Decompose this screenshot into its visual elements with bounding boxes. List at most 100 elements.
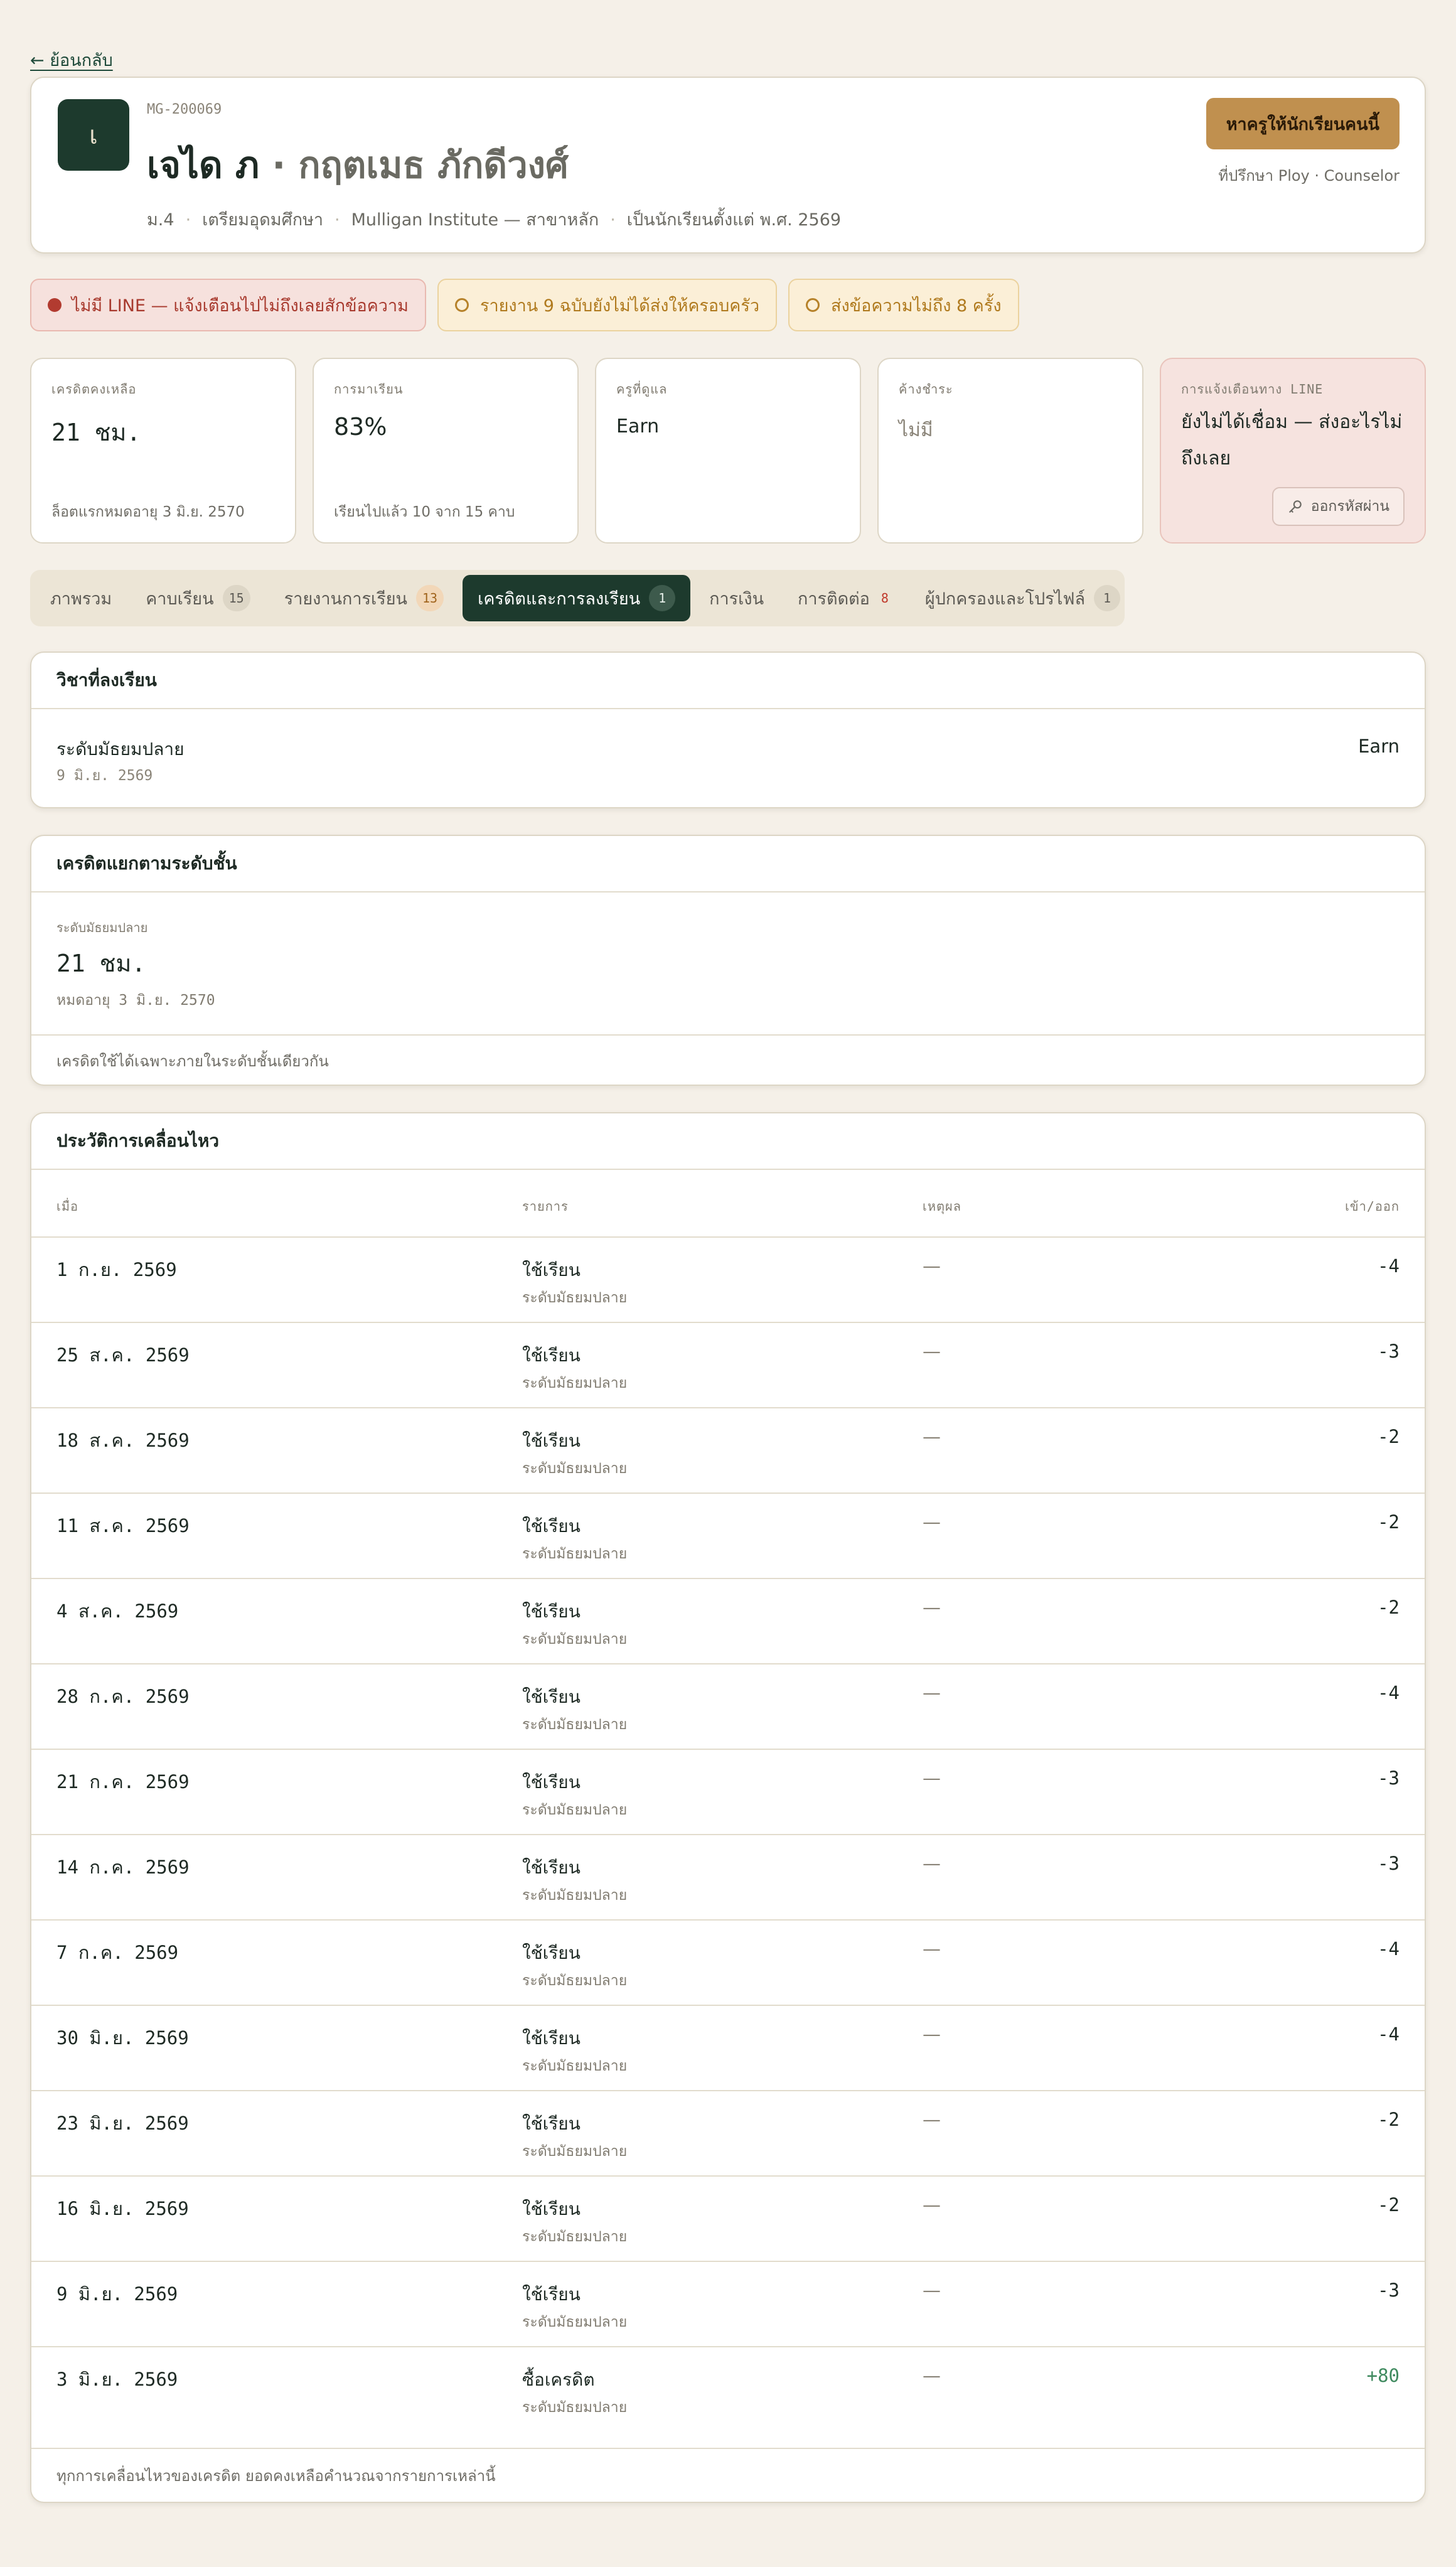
key-icon xyxy=(1289,500,1302,513)
row-sub: ระดับมัธยมปลาย xyxy=(522,1631,628,1648)
row-date: 21 ก.ค. 2569 xyxy=(56,1771,190,1793)
back-link[interactable]: ← ย้อนกลับ xyxy=(30,46,113,73)
col-header-amount: เข้า/ออก xyxy=(1345,1199,1400,1214)
tab-reports[interactable]: รายงานการเรียน 13 xyxy=(269,575,459,621)
alert-dot-icon xyxy=(48,298,62,312)
row-amount: -2 xyxy=(1378,2109,1400,2130)
row-item: ใช้เรียน xyxy=(522,1345,581,1366)
stat-foot: ล็อตแรกหมดอายุ 3 มิ.ย. 2570 xyxy=(51,504,245,520)
row-item: ใช้เรียน xyxy=(522,2028,581,2049)
tab-guardians[interactable]: ผู้ปกครองและโปรไฟล์ 1 xyxy=(910,575,1135,621)
table-row: 7 ก.ค. 2569 ใช้เรียน ระดับมัธยมปลาย — -4 xyxy=(31,1921,1425,2006)
first-name: เจได ภ xyxy=(147,144,260,186)
table-row: 18 ส.ค. 2569 ใช้เรียน ระดับมัธยมปลาย — -2 xyxy=(31,1408,1425,1494)
stat-foot: เรียนไปแล้ว 10 จาก 15 คาบ xyxy=(334,504,515,520)
meta-dot: · xyxy=(335,210,340,230)
table-row: 30 มิ.ย. 2569 ใช้เรียน ระดับมัธยมปลาย — -4 xyxy=(31,2006,1425,2091)
row-amount: -4 xyxy=(1378,1938,1400,1959)
col-header-reason: เหตุผล xyxy=(923,1199,961,1214)
row-item: ใช้เรียน xyxy=(522,1601,581,1622)
tab-label: ภาพรวม xyxy=(50,589,112,609)
table-row: 16 มิ.ย. 2569 ใช้เรียน ระดับมัธยมปลาย — -2 xyxy=(31,2177,1425,2262)
stat-label: เครดิตคงเหลือ xyxy=(51,382,137,397)
tab-label: การติดต่อ xyxy=(798,589,870,609)
row-date: 18 ส.ค. 2569 xyxy=(56,1430,190,1451)
row-item: ใช้เรียน xyxy=(522,1430,581,1451)
find-tutor-button[interactable]: หาครูให้นักเรียนคนนี้ xyxy=(1206,98,1400,149)
row-sub: ระดับมัธยมปลาย xyxy=(522,2143,628,2160)
row-item: ซื้อเครดิต xyxy=(522,2369,595,2390)
tab-label: รายงานการเรียน xyxy=(284,589,407,609)
avatar: เ xyxy=(58,99,129,171)
alert-reports-unsent[interactable]: รายงาน 9 ฉบับยังไม่ได้ส่งให้ครอบครัว xyxy=(437,279,778,331)
tab-label: เครดิตและการลงเรียน xyxy=(478,589,641,609)
tab-credits[interactable]: เครดิตและการลงเรียน 1 xyxy=(463,575,691,621)
tab-sessions[interactable]: คาบเรียน 15 xyxy=(131,575,265,621)
row-sub: ระดับมัธยมปลาย xyxy=(522,1717,628,1733)
row-sub: ระดับมัธยมปลาย xyxy=(522,2058,628,2074)
row-sub: ระดับมัธยมปลาย xyxy=(522,2314,628,2330)
alert-text: รายงาน 9 ฉบับยังไม่ได้ส่งให้ครอบครัว xyxy=(479,296,760,316)
tab-badge: 1 xyxy=(1094,585,1120,611)
row-amount: -2 xyxy=(1378,1511,1400,1533)
table-row: 9 มิ.ย. 2569 ใช้เรียน ระดับมัธยมปลาย — -3 xyxy=(31,2262,1425,2347)
table-row: 28 ก.ค. 2569 ใช้เรียน ระดับมัธยมปลาย — -4 xyxy=(31,1664,1425,1750)
history-rows: 1 ก.ย. 2569 ใช้เรียน ระดับมัธยมปลาย — -4 25 ส… xyxy=(31,1238,1425,2433)
history-card: ประวัติการเคลื่อนไหว เมื่อ รายการ เหตุผล… xyxy=(30,1112,1426,2503)
row-date: 9 มิ.ย. 2569 xyxy=(56,2283,178,2305)
row-date: 3 มิ.ย. 2569 xyxy=(56,2369,178,2390)
row-amount: -4 xyxy=(1378,2023,1400,2045)
table-row: 3 มิ.ย. 2569 ซื้อเครดิต ระดับมัธยมปลาย — +80 xyxy=(31,2347,1425,2433)
row-sub: ระดับมัธยมปลาย xyxy=(522,1802,628,1818)
row-date: 1 ก.ย. 2569 xyxy=(56,1259,177,1280)
row-sub: ระดับมัธยมปลาย xyxy=(522,1887,628,1904)
name-separator: · xyxy=(272,144,286,186)
tab-label: คาบเรียน xyxy=(146,589,214,609)
row-sub: ระดับมัธยมปลาย xyxy=(522,1290,628,1306)
level-credit-value: 21 ชม. xyxy=(56,950,146,977)
course-name: ระดับมัธยมปลาย xyxy=(56,739,185,759)
row-sub: ระดับมัธยมปลาย xyxy=(522,1546,628,1562)
row-reason: — xyxy=(923,1341,941,1362)
row-amount: -4 xyxy=(1378,1255,1400,1277)
row-amount: -2 xyxy=(1378,2194,1400,2216)
table-row: 14 ก.ค. 2569 ใช้เรียน ระดับมัธยมปลาย — -3 xyxy=(31,1835,1425,1921)
row-item: ใช้เรียน xyxy=(522,1260,581,1280)
tab-finance[interactable]: การเงิน xyxy=(694,575,779,621)
stat-teacher: ครูที่ดูแล Earn xyxy=(595,358,861,544)
table-row: 11 ส.ค. 2569 ใช้เรียน ระดับมัธยมปลาย — -2 xyxy=(31,1494,1425,1579)
row-amount: +80 xyxy=(1366,2365,1400,2386)
issue-passcode-button[interactable]: ออกรหัสผ่าน xyxy=(1271,487,1405,526)
tab-contact[interactable]: การติดต่อ 8 xyxy=(783,575,906,621)
row-reason: — xyxy=(923,1426,941,1447)
stat-value: Earn xyxy=(616,415,660,437)
stat-label: การมาเรียน xyxy=(334,382,404,397)
row-sub: ระดับมัธยมปลาย xyxy=(522,1375,628,1391)
course-teacher: Earn xyxy=(1358,736,1400,757)
row-amount: -3 xyxy=(1378,1767,1400,1789)
stat-label: การแจ้งเตือนทาง LINE xyxy=(1181,382,1324,397)
meta-dot: · xyxy=(610,210,616,230)
row-sub: ระดับมัธยมปลาย xyxy=(522,1973,628,1989)
tab-overview[interactable]: ภาพรวม xyxy=(35,575,127,621)
col-header-item: รายการ xyxy=(522,1199,569,1214)
row-sub: ระดับมัธยมปลาย xyxy=(522,1460,628,1477)
stat-attendance: การมาเรียน 83% เรียนไปแล้ว 10 จาก 15 คาบ xyxy=(313,358,579,544)
history-footer: ทุกการเคลื่อนไหวของเครดิต ยอดคงเหลือคำนว… xyxy=(31,2448,1425,2502)
row-date: 25 ส.ค. 2569 xyxy=(56,1344,190,1366)
row-item: ใช้เรียน xyxy=(522,1943,581,1963)
row-sub: ระดับมัธยมปลาย xyxy=(522,2399,628,2416)
row-reason: — xyxy=(923,1853,941,1874)
row-sub: ระดับมัธยมปลาย xyxy=(522,2229,628,2245)
student-name: เจได ภ · กฤตเมธ ภักดีวงศ์ xyxy=(147,136,569,194)
row-amount: -3 xyxy=(1378,1341,1400,1362)
tab-badge: 1 xyxy=(649,585,676,611)
stat-value: ไม่มี xyxy=(899,419,933,441)
row-date: 28 ก.ค. 2569 xyxy=(56,1686,190,1707)
row-reason: — xyxy=(923,1511,941,1533)
alert-no-line[interactable]: ไม่มี LINE — แจ้งเตือนไปไม่ถึงเลยสักข้อค… xyxy=(30,279,426,331)
institute: Mulligan Institute — สาขาหลัก xyxy=(351,210,599,230)
counselor: ที่ปรึกษา Ploy · Counselor xyxy=(1218,167,1400,185)
stat-outstanding: ค้างชำระ ไม่มี xyxy=(877,358,1143,544)
alert-messages-failed[interactable]: ส่งข้อความไม่ถึง 8 ครั้ง xyxy=(788,279,1019,331)
